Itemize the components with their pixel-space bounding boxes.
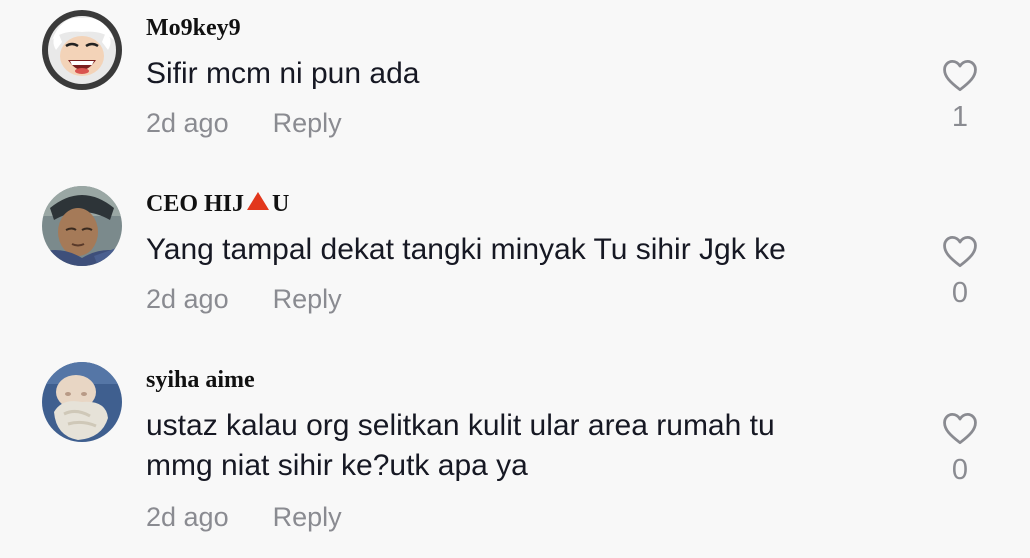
heart-icon[interactable]: [941, 58, 979, 92]
comment-meta: 2d ago Reply: [146, 502, 342, 533]
heart-icon[interactable]: [941, 411, 979, 445]
comment-text-line: mmg niat sihir ke?utk apa ya: [146, 449, 528, 482]
person-photo-avatar-image: [42, 186, 122, 266]
reply-button[interactable]: Reply: [273, 284, 342, 314]
username-part: U: [272, 191, 290, 217]
comment-timestamp: 2d ago: [146, 284, 229, 314]
red-triangle-icon: [247, 192, 270, 210]
avatar[interactable]: [42, 10, 122, 90]
comment-text: Sifir mcm ni pun ada: [146, 57, 420, 90]
comment-username[interactable]: CEO HIJ U: [146, 191, 289, 218]
avatar[interactable]: [42, 186, 122, 266]
baby-photo-avatar-image: [42, 362, 122, 442]
comment-text-line: ustaz kalau org selitkan kulit ular area…: [146, 409, 775, 442]
like-count: 1: [951, 101, 969, 133]
avatar[interactable]: [42, 362, 122, 442]
like-control: 0: [940, 411, 980, 485]
reply-button[interactable]: Reply: [273, 108, 342, 138]
like-count: 0: [951, 454, 969, 486]
comment-timestamp: 2d ago: [146, 108, 229, 138]
like-count: 0: [951, 277, 969, 309]
comment-meta: 2d ago Reply: [146, 108, 342, 139]
comment-text: Yang tampal dekat tangki minyak Tu sihir…: [146, 233, 786, 266]
username-part: CEO HIJ: [146, 191, 245, 217]
reply-button[interactable]: Reply: [273, 502, 342, 532]
like-control: 1: [940, 58, 980, 132]
like-control: 0: [940, 234, 980, 308]
comment-timestamp: 2d ago: [146, 502, 229, 532]
comment-meta: 2d ago Reply: [146, 284, 342, 315]
comment-username[interactable]: syiha aime: [146, 367, 255, 394]
heart-icon[interactable]: [941, 234, 979, 268]
comment-text: ustaz kalau org selitkan kulit ular area…: [146, 406, 906, 486]
comment-username[interactable]: Mo9key9: [146, 15, 241, 42]
cartoon-avatar-image: [42, 10, 122, 90]
